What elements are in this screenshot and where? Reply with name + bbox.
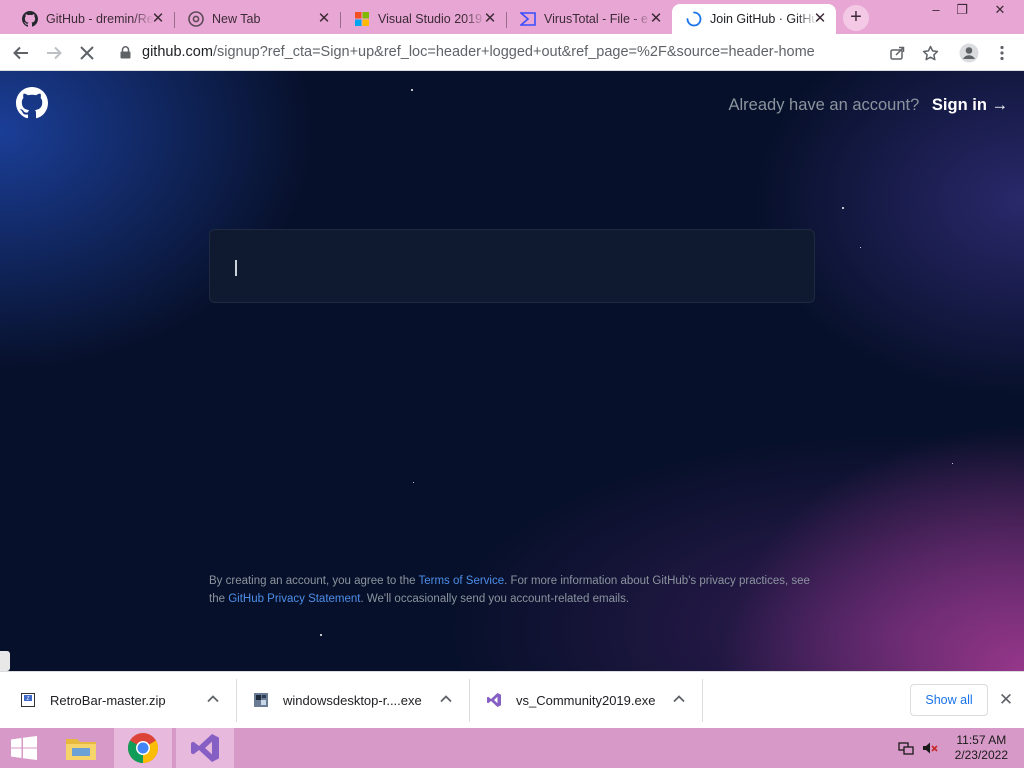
terms-of-service-link[interactable]: Terms of Service [418, 575, 504, 587]
new-tab-button[interactable]: + [843, 5, 869, 31]
forward-arrow-icon [47, 46, 62, 60]
tab-title: Join GitHub · GitHub [710, 12, 818, 26]
download-separator [236, 679, 237, 722]
star-dot [860, 247, 861, 248]
taskbar-file-explorer[interactable] [58, 728, 104, 768]
restore-window-button[interactable]: ❐ [944, 0, 980, 22]
svg-text:Z: Z [26, 696, 29, 702]
kebab-menu-icon [1000, 45, 1004, 61]
download-item[interactable]: Z RetroBar-master.zip [20, 672, 236, 728]
windows-logo-icon [11, 736, 37, 760]
browser-toolbar: github.com/signup?ref_cta=Sign+up&ref_lo… [0, 34, 1024, 71]
privacy-statement-link[interactable]: GitHub Privacy Statement [228, 593, 360, 605]
signup-page: Already have an account? Sign in → By cr… [0, 71, 1024, 671]
show-all-downloads-button[interactable]: Show all [910, 684, 988, 716]
side-scroll-tab[interactable] [0, 651, 10, 671]
chevron-up-icon[interactable] [672, 692, 686, 706]
close-download-shelf-button[interactable]: ✕ [996, 690, 1016, 710]
close-window-button[interactable]: ✕ [982, 0, 1018, 22]
speaker-muted-icon[interactable] [922, 740, 938, 756]
download-filename: RetroBar-master.zip [50, 692, 166, 708]
tab-strip: GitHub - dremin/RetroBar ✕ New Tab ✕ Vis… [0, 0, 1024, 34]
close-icon[interactable]: ✕ [482, 11, 498, 27]
taskbar-visual-studio[interactable] [176, 728, 234, 768]
loading-spinner-icon [686, 11, 702, 27]
legal-text-1: By creating an account, you agree to the [209, 575, 419, 587]
back-arrow-icon [13, 46, 28, 60]
profile-button[interactable] [956, 40, 982, 66]
github-logo-icon[interactable] [16, 87, 48, 119]
legal-notice: By creating an account, you agree to the… [209, 572, 829, 608]
system-clock[interactable]: 11:57 AM 2/23/2022 [955, 733, 1008, 763]
download-filename: windowsdesktop-r....exe [283, 692, 422, 708]
lock-icon[interactable] [120, 46, 131, 64]
installer-file-icon [254, 693, 268, 707]
close-icon[interactable]: ✕ [150, 11, 166, 27]
network-icon[interactable] [898, 740, 914, 756]
star-dot [413, 482, 414, 483]
share-icon[interactable] [888, 44, 906, 62]
url-path: /signup?ref_cta=Sign+up&ref_loc=header+l… [212, 44, 815, 60]
close-icon[interactable]: ✕ [812, 11, 828, 27]
chevron-up-icon[interactable] [206, 692, 220, 706]
microsoft-icon [354, 11, 370, 27]
visual-studio-icon [487, 693, 501, 707]
download-item[interactable]: windowsdesktop-r....exe [253, 672, 469, 728]
clock-date: 2/23/2022 [954, 748, 1008, 762]
bookmark-star-icon[interactable] [921, 44, 939, 62]
chrome-icon [188, 11, 204, 27]
address-bar[interactable]: github.com/signup?ref_cta=Sign+up&ref_lo… [110, 38, 952, 67]
file-explorer-icon [66, 739, 96, 760]
tab-new-tab[interactable]: New Tab ✕ [174, 4, 341, 34]
github-icon [22, 11, 38, 27]
url-host: github.com [142, 44, 213, 60]
text-cursor [235, 260, 237, 276]
star-dot [952, 463, 953, 464]
windows-taskbar: 11:57 AM 2/23/2022 [0, 728, 1024, 768]
already-have-account-text: Already have an account? [728, 96, 920, 114]
taskbar-chrome[interactable] [114, 728, 172, 768]
back-button[interactable] [8, 40, 34, 66]
browser-menu-button[interactable] [989, 40, 1015, 66]
tab-title: GitHub - dremin/RetroBar [46, 12, 154, 26]
clock-time: 11:57 AM [956, 733, 1007, 747]
chevron-up-icon[interactable] [439, 692, 453, 706]
download-separator [702, 679, 703, 722]
url-text[interactable]: github.com/signup?ref_cta=Sign+up&ref_lo… [142, 44, 815, 60]
tab-visual-studio[interactable]: Visual Studio 2019 ✕ [340, 4, 507, 34]
download-shelf: Z RetroBar-master.zip windowsdesktop-r..… [0, 671, 1024, 728]
chrome-icon [127, 733, 159, 763]
legal-text-3: . We'll occasionally send you account-re… [360, 593, 630, 605]
close-icon[interactable]: ✕ [316, 11, 332, 27]
tab-title: VirusTotal - File - e [544, 12, 648, 26]
download-item[interactable]: vs_Community2019.exe [486, 672, 702, 728]
tab-github-retrobar[interactable]: GitHub - dremin/RetroBar ✕ [8, 4, 175, 34]
tab-title: New Tab [212, 12, 261, 26]
visual-studio-icon [191, 734, 219, 762]
signup-input-box[interactable] [209, 229, 815, 303]
sign-in-link[interactable]: Sign in → [932, 96, 1008, 114]
star-dot [411, 89, 413, 91]
stop-loading-button[interactable] [74, 40, 100, 66]
tab-title: Visual Studio 2019 [378, 12, 483, 26]
zip-file-icon: Z [21, 693, 35, 707]
download-filename: vs_Community2019.exe [516, 692, 656, 708]
tab-virustotal[interactable]: VirusTotal - File - e ✕ [506, 4, 672, 34]
start-button[interactable] [0, 728, 48, 768]
virustotal-icon [520, 11, 536, 27]
close-icon[interactable]: ✕ [648, 11, 664, 27]
tab-join-github[interactable]: Join GitHub · GitHub ✕ [672, 4, 836, 34]
download-separator [469, 679, 470, 722]
forward-button[interactable] [41, 40, 67, 66]
star-dot [842, 207, 844, 209]
star-dot [320, 634, 322, 636]
profile-avatar-icon [959, 43, 979, 63]
signin-row: Already have an account? Sign in → [729, 96, 1009, 115]
stop-icon [80, 46, 94, 60]
